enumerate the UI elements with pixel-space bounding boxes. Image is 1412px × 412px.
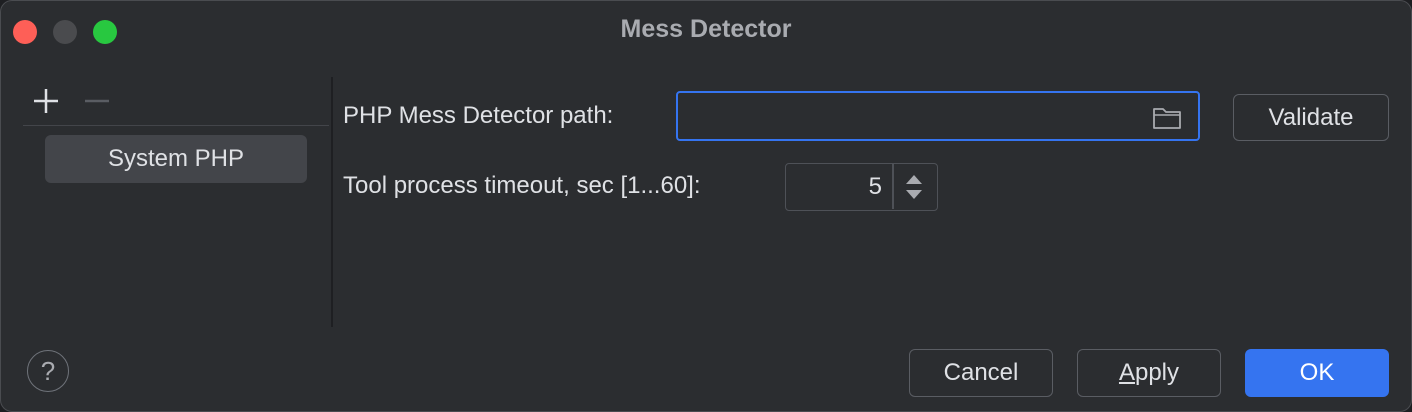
interpreter-list-toolbar [23, 81, 329, 126]
timeout-spinner[interactable]: 5 [785, 163, 938, 211]
help-button[interactable]: ? [27, 350, 69, 392]
panel-divider [331, 77, 333, 327]
apply-mnemonic: A [1118, 359, 1135, 386]
apply-button[interactable]: Apply [1077, 349, 1221, 397]
minus-icon[interactable] [83, 87, 111, 115]
path-label: PHP Mess Detector path: [343, 102, 614, 129]
spinner-separator [892, 164, 894, 209]
path-input[interactable] [688, 101, 1142, 133]
path-field[interactable] [676, 91, 1200, 141]
timeout-label: Tool process timeout, sec [1...60]: [343, 172, 701, 199]
apply-label-rest: pply [1134, 359, 1180, 386]
timeout-value[interactable]: 5 [786, 164, 882, 209]
cancel-button[interactable]: Cancel [909, 349, 1053, 397]
mess-detector-dialog: Mess Detector System PHP PHP Mess Detect… [0, 0, 1412, 412]
interpreter-list-item[interactable]: System PHP [45, 135, 307, 183]
dialog-title: Mess Detector [620, 15, 792, 43]
ok-button[interactable]: OK [1245, 349, 1389, 397]
title-bar: Mess Detector [1, 1, 1411, 59]
folder-icon[interactable] [1152, 106, 1182, 130]
validate-button[interactable]: Validate [1233, 94, 1389, 141]
plus-icon[interactable] [32, 87, 60, 115]
spinner-arrows-icon[interactable] [902, 172, 926, 202]
